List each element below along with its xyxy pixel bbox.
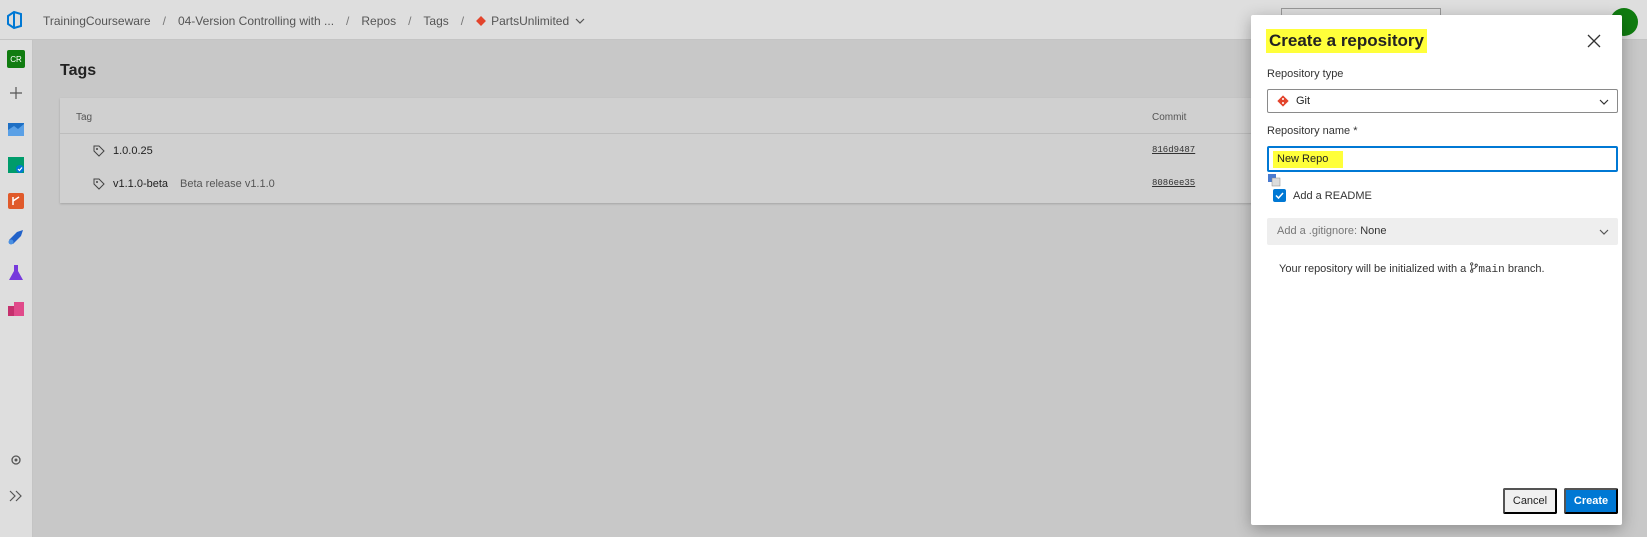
project-avatar[interactable]: CR bbox=[7, 50, 25, 68]
branch-icon bbox=[1470, 262, 1479, 273]
settings-gear-icon[interactable] bbox=[5, 449, 27, 471]
gitignore-value: None bbox=[1360, 225, 1387, 237]
repo-selector[interactable]: PartsUnlimited bbox=[476, 14, 585, 28]
create-repository-dialog: Create a repository Repository type Git … bbox=[1251, 15, 1622, 525]
add-readme-checkbox[interactable] bbox=[1273, 189, 1286, 202]
chevron-down-icon bbox=[1599, 229, 1609, 235]
repository-type-dropdown[interactable]: Git bbox=[1267, 89, 1618, 113]
repository-type-label: Repository type bbox=[1267, 68, 1344, 80]
repository-name-value: New Repo bbox=[1277, 153, 1329, 165]
breadcrumb-repos[interactable]: Repos bbox=[361, 14, 396, 28]
breadcrumb-organization[interactable]: TrainingCourseware bbox=[43, 14, 151, 28]
git-repo-icon bbox=[476, 16, 487, 26]
tag-name[interactable]: 1.0.0.25 bbox=[113, 145, 153, 157]
boards-icon[interactable] bbox=[5, 154, 27, 176]
tag-name[interactable]: v1.1.0-beta bbox=[113, 178, 168, 190]
breadcrumb-separator: / bbox=[346, 14, 350, 28]
commit-link[interactable]: 816d9487 bbox=[1152, 145, 1195, 155]
breadcrumb-separator: / bbox=[162, 14, 166, 28]
info-prefix: Your repository will be initialized with… bbox=[1279, 263, 1467, 275]
pipelines-icon[interactable] bbox=[5, 226, 27, 248]
column-header-tag[interactable]: Tag bbox=[76, 112, 92, 123]
repos-icon[interactable] bbox=[5, 190, 27, 212]
close-icon[interactable] bbox=[1586, 33, 1602, 49]
commit-link[interactable]: 8086ee35 bbox=[1152, 178, 1195, 188]
expand-nav-icon[interactable] bbox=[5, 485, 27, 507]
page-title: Tags bbox=[60, 62, 97, 79]
artifacts-icon[interactable] bbox=[5, 298, 27, 320]
git-icon bbox=[1277, 95, 1289, 107]
breadcrumb-separator: / bbox=[460, 14, 465, 28]
breadcrumb: TrainingCourseware / 04-Version Controll… bbox=[43, 14, 585, 28]
gitignore-dropdown[interactable]: Add a .gitignore: None bbox=[1267, 218, 1618, 245]
initialization-info: Your repository will be initialized with… bbox=[1279, 262, 1545, 276]
left-navigation: CR bbox=[0, 40, 33, 537]
repository-name-label: Repository name * bbox=[1267, 125, 1358, 137]
gitignore-label: Add a .gitignore: bbox=[1277, 225, 1358, 237]
overview-icon[interactable] bbox=[5, 118, 27, 140]
tag-icon bbox=[93, 178, 105, 190]
dialog-title: Create a repository bbox=[1266, 29, 1427, 53]
column-header-commit[interactable]: Commit bbox=[1152, 112, 1186, 123]
tag-icon bbox=[93, 145, 105, 157]
breadcrumb-tags[interactable]: Tags bbox=[423, 14, 448, 28]
chevron-down-icon bbox=[1599, 99, 1609, 105]
tags-table: Tag Commit 1.0.0.25 816d9487 v1.1.0-beta… bbox=[60, 98, 1260, 203]
azure-devops-logo-icon[interactable] bbox=[5, 10, 25, 30]
translate-icon[interactable] bbox=[1267, 173, 1281, 187]
repo-selector-label: PartsUnlimited bbox=[491, 14, 570, 28]
table-row[interactable]: 1.0.0.25 816d9487 bbox=[60, 134, 1260, 168]
branch-name: main bbox=[1478, 264, 1505, 276]
tag-description: Beta release v1.1.0 bbox=[180, 178, 275, 190]
test-plans-icon[interactable] bbox=[5, 262, 27, 284]
table-row[interactable]: v1.1.0-beta Beta release v1.1.0 8086ee35 bbox=[60, 167, 1260, 201]
create-button[interactable]: Create bbox=[1564, 488, 1618, 514]
plus-icon[interactable] bbox=[5, 82, 27, 104]
cancel-button[interactable]: Cancel bbox=[1503, 488, 1557, 514]
table-header: Tag Commit bbox=[60, 98, 1260, 134]
chevron-down-icon bbox=[575, 18, 585, 24]
breadcrumb-project[interactable]: 04-Version Controlling with ... bbox=[178, 14, 334, 28]
info-suffix: branch. bbox=[1507, 263, 1545, 275]
repository-type-value: Git bbox=[1296, 95, 1311, 107]
add-readme-label[interactable]: Add a README bbox=[1293, 190, 1372, 202]
breadcrumb-separator: / bbox=[408, 14, 412, 28]
